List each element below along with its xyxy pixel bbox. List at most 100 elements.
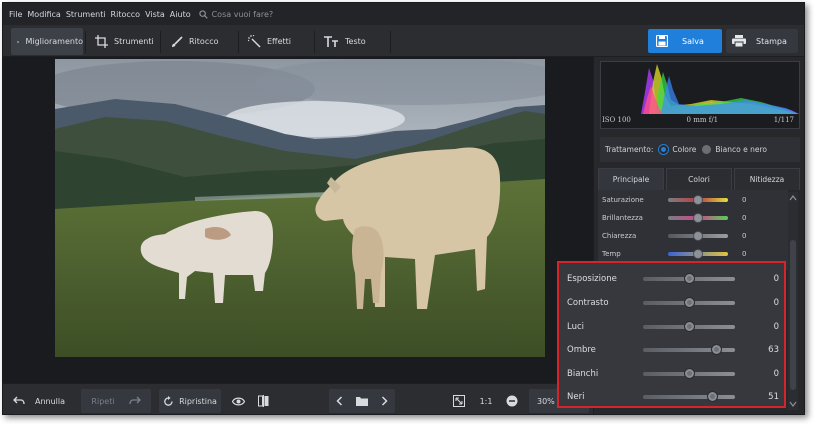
menu-ritocco[interactable]: Ritocco (111, 10, 141, 19)
radio-colore-label: Colore (672, 145, 697, 154)
scrollbar-thumb[interactable] (790, 240, 796, 390)
undo-label: Annulla (35, 396, 66, 406)
radio-bianco-nero-label: Bianco e nero (715, 145, 767, 154)
slider-knob[interactable] (693, 249, 703, 259)
undo-button[interactable]: Annulla (13, 389, 73, 413)
slider-knob[interactable] (706, 391, 718, 402)
fit-screen-button[interactable] (451, 389, 467, 413)
redo-label: Ripeti (91, 396, 115, 406)
exif-info: ISO 100 0 mm f/1 1/117 (602, 116, 794, 124)
brillantezza-track[interactable] (668, 213, 728, 223)
slider-row-contrasto: Contrasto 0 (567, 294, 779, 312)
slider-knob[interactable] (711, 344, 723, 355)
ombre-track[interactable] (643, 344, 735, 355)
temp-track[interactable] (668, 249, 728, 259)
fit-screen-icon (453, 395, 465, 407)
radio-bianco-nero[interactable] (702, 145, 712, 154)
search-icon (198, 9, 208, 19)
magic-wand-icon (248, 35, 261, 48)
minus-circle-icon (506, 395, 518, 407)
slider-row-luci: Luci 0 (567, 318, 779, 336)
slider-label: Ombre (567, 345, 596, 355)
slider-value: 0 (773, 369, 779, 379)
zoom-out-button[interactable] (503, 389, 521, 413)
esposizione-track[interactable] (643, 273, 735, 284)
bianchi-track[interactable] (643, 368, 735, 379)
save-icon (656, 35, 668, 47)
tab-colori[interactable]: Colori (666, 168, 732, 190)
color-sliders: Saturazione 0 Brillantezza 0 Chiarezza 0… (598, 190, 788, 270)
reset-icon (164, 395, 173, 406)
slider-label: Bianchi (567, 369, 599, 379)
preview-eye-button[interactable] (229, 389, 247, 413)
contrasto-track[interactable] (643, 297, 735, 308)
slider-value: 51 (768, 392, 779, 402)
slider-knob[interactable] (693, 231, 703, 241)
text-icon (324, 36, 338, 47)
tab-miglioramento[interactable]: Miglioramento (11, 28, 83, 55)
tab-ritocco[interactable]: Ritocco (165, 28, 235, 55)
treatment-label: Trattamento: (605, 145, 654, 154)
menu-file[interactable]: File (9, 10, 22, 19)
slider-label: Contrasto (567, 298, 609, 308)
search-box[interactable]: Cosa vuoi fare? (198, 9, 273, 19)
toolbar-divider (85, 31, 86, 53)
tab-effetti-label: Effetti (267, 37, 291, 46)
tab-strumenti[interactable]: Strumenti (89, 28, 159, 55)
save-button[interactable]: Salva (648, 29, 722, 53)
menu-vista[interactable]: Vista (145, 10, 165, 19)
toolbar-divider (314, 31, 315, 53)
reset-button[interactable]: Ripristina (159, 389, 221, 413)
slider-row-brillantezza: Brillantezza 0 (602, 210, 782, 226)
actual-size-button[interactable]: 1:1 (477, 389, 495, 413)
slider-knob[interactable] (683, 297, 695, 308)
toolbar: Miglioramento Strumenti Ritocco Effetti … (3, 25, 804, 57)
scroll-down-icon[interactable] (788, 400, 798, 408)
slider-label: Temp (602, 250, 621, 258)
slider-value: 63 (768, 345, 779, 355)
panel-scrollbar[interactable] (788, 192, 798, 410)
tab-ritocco-label: Ritocco (189, 37, 219, 46)
saturazione-track[interactable] (668, 195, 728, 205)
brush-icon (172, 35, 183, 47)
navigation-group (329, 389, 395, 413)
folder-icon[interactable] (355, 396, 368, 406)
photo-canvas[interactable] (3, 57, 593, 383)
chevron-right-icon[interactable] (381, 396, 388, 406)
slider-label: Brillantezza (602, 214, 643, 222)
slider-row-chiarezza: Chiarezza 0 (602, 228, 782, 244)
panel-tabs: Principale Colori Nitidezza (598, 168, 802, 190)
compare-button[interactable] (253, 389, 273, 413)
sliders-icon (17, 40, 20, 43)
menu-strumenti[interactable]: Strumenti (66, 10, 106, 19)
neri-track[interactable] (643, 391, 735, 402)
slider-knob[interactable] (693, 213, 703, 223)
menu-aiuto[interactable]: Aiuto (170, 10, 191, 19)
print-button[interactable]: Stampa (726, 29, 798, 53)
slider-value: 0 (773, 274, 779, 284)
menu-modifica[interactable]: Modifica (27, 10, 60, 19)
slider-knob[interactable] (693, 195, 703, 205)
photo-image[interactable] (55, 59, 545, 357)
slider-knob[interactable] (683, 321, 695, 332)
redo-button[interactable]: Ripeti (81, 389, 151, 413)
slider-knob[interactable] (683, 368, 695, 379)
slider-row-temp: Temp 0 (602, 246, 782, 262)
ratio-label: 1:1 (479, 396, 493, 406)
chiarezza-track[interactable] (668, 231, 728, 241)
iso-value: ISO 100 (602, 116, 631, 124)
tab-testo[interactable]: Testo (318, 28, 388, 55)
slider-knob[interactable] (683, 273, 695, 284)
radio-colore[interactable] (659, 145, 669, 154)
tab-effetti[interactable]: Effetti (242, 28, 312, 55)
tab-testo-label: Testo (345, 37, 366, 46)
tab-miglioramento-label: Miglioramento (25, 37, 83, 46)
slider-value: 0 (742, 250, 747, 258)
slider-label: Chiarezza (602, 232, 637, 240)
chevron-left-icon[interactable] (336, 396, 343, 406)
tab-nitidezza[interactable]: Nitidezza (734, 168, 800, 190)
luci-track[interactable] (643, 321, 735, 332)
tab-principale[interactable]: Principale (598, 168, 664, 190)
scroll-up-icon[interactable] (788, 194, 798, 202)
crop-icon (95, 35, 108, 48)
